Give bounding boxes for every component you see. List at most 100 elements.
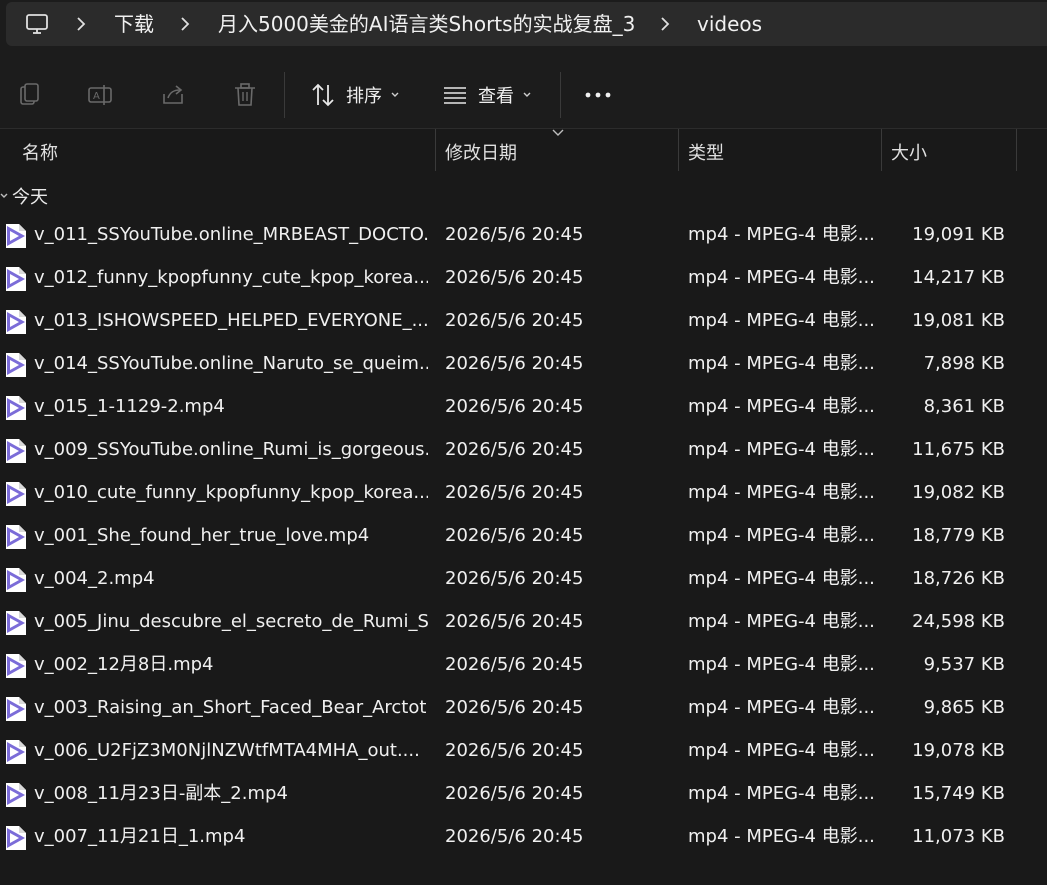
file-row[interactable]: v_008_11月23日-副本_2.mp4 2026/5/6 20:45 mp4… bbox=[0, 773, 1047, 816]
column-header-date[interactable]: 修改日期 bbox=[445, 139, 517, 165]
file-name: v_015_1-1129-2.mp4 bbox=[34, 396, 225, 417]
breadcrumb-project-folder[interactable]: 月入5000美金的AI语言类Shorts的实战复盘_3 bbox=[218, 12, 635, 36]
video-file-icon bbox=[6, 568, 26, 592]
chevron-right-icon[interactable] bbox=[178, 14, 192, 34]
delete-icon[interactable] bbox=[232, 82, 258, 108]
file-modified-date: 2026/5/6 20:45 bbox=[445, 611, 584, 632]
sort-label: 排序 bbox=[346, 86, 382, 107]
file-name: v_007_11月21日_1.mp4 bbox=[34, 826, 246, 847]
file-size: 11,073 KB bbox=[912, 826, 1005, 847]
file-size: 15,749 KB bbox=[912, 783, 1005, 804]
file-list: v_011_SSYouTube.online_MRBEAST_DOCTO... … bbox=[0, 214, 1047, 859]
file-type: mp4 - MPEG-4 电影... bbox=[688, 568, 874, 589]
file-type: mp4 - MPEG-4 电影... bbox=[688, 353, 874, 374]
computer-icon[interactable] bbox=[24, 11, 50, 37]
video-file-icon bbox=[6, 482, 26, 506]
breadcrumb-downloads[interactable]: 下载 bbox=[114, 12, 154, 36]
copy-icon[interactable] bbox=[16, 82, 42, 108]
column-header-name[interactable]: 名称 bbox=[22, 139, 58, 165]
file-name: v_009_SSYouTube.online_Rumi_is_gorgeous.… bbox=[34, 439, 428, 460]
file-name: v_006_U2FjZ3M0NjlNZWtfMTA4MHA_out.... bbox=[34, 740, 420, 761]
rename-icon[interactable]: A bbox=[87, 82, 113, 108]
file-row[interactable]: v_009_SSYouTube.online_Rumi_is_gorgeous.… bbox=[0, 429, 1047, 472]
file-row[interactable]: v_001_She_found_her_true_love.mp4 2026/5… bbox=[0, 515, 1047, 558]
video-file-icon bbox=[6, 396, 26, 420]
file-modified-date: 2026/5/6 20:45 bbox=[445, 568, 584, 589]
file-row[interactable]: v_005_Jinu_descubre_el_secreto_de_Rumi_S… bbox=[0, 601, 1047, 644]
video-file-icon bbox=[6, 310, 26, 334]
file-type: mp4 - MPEG-4 电影... bbox=[688, 396, 874, 417]
sort-button[interactable]: 排序 bbox=[310, 76, 400, 114]
file-type: mp4 - MPEG-4 电影... bbox=[688, 310, 874, 331]
chevron-right-icon[interactable] bbox=[74, 14, 88, 34]
video-file-icon bbox=[6, 267, 26, 291]
column-divider[interactable] bbox=[881, 129, 882, 171]
file-name: v_004_2.mp4 bbox=[34, 568, 155, 589]
file-row[interactable]: v_013_ISHOWSPEED_HELPED_EVERYONE_... 202… bbox=[0, 300, 1047, 343]
file-name: v_003_Raising_an_Short_Faced_Bear_Arctot… bbox=[34, 697, 428, 718]
file-modified-date: 2026/5/6 20:45 bbox=[445, 525, 584, 546]
file-type: mp4 - MPEG-4 电影... bbox=[688, 439, 874, 460]
column-divider[interactable] bbox=[678, 129, 679, 171]
group-header-today[interactable]: 今天 bbox=[0, 182, 48, 210]
video-file-icon bbox=[6, 740, 26, 764]
chevron-down-icon bbox=[523, 92, 531, 97]
file-modified-date: 2026/5/6 20:45 bbox=[445, 654, 584, 675]
column-header-type[interactable]: 类型 bbox=[688, 139, 724, 165]
file-type: mp4 - MPEG-4 电影... bbox=[688, 525, 874, 546]
file-row[interactable]: v_002_12月8日.mp4 2026/5/6 20:45 mp4 - MPE… bbox=[0, 644, 1047, 687]
address-bar: 下载 月入5000美金的AI语言类Shorts的实战复盘_3 videos bbox=[0, 0, 1047, 62]
file-row[interactable]: v_007_11月21日_1.mp4 2026/5/6 20:45 mp4 - … bbox=[0, 816, 1047, 859]
file-modified-date: 2026/5/6 20:45 bbox=[445, 826, 584, 847]
chevron-down-icon[interactable] bbox=[0, 191, 10, 201]
svg-text:A: A bbox=[93, 91, 100, 102]
file-modified-date: 2026/5/6 20:45 bbox=[445, 353, 584, 374]
address-bar-field[interactable]: 下载 月入5000美金的AI语言类Shorts的实战复盘_3 videos bbox=[6, 2, 1047, 46]
video-file-icon bbox=[6, 783, 26, 807]
file-size: 8,361 KB bbox=[923, 396, 1005, 417]
file-size: 19,082 KB bbox=[912, 482, 1005, 503]
file-row[interactable]: v_015_1-1129-2.mp4 2026/5/6 20:45 mp4 - … bbox=[0, 386, 1047, 429]
chevron-right-icon[interactable] bbox=[658, 14, 672, 34]
file-row[interactable]: v_004_2.mp4 2026/5/6 20:45 mp4 - MPEG-4 … bbox=[0, 558, 1047, 601]
breadcrumb-videos[interactable]: videos bbox=[697, 12, 762, 36]
file-row[interactable]: v_012_funny_kpopfunny_cute_kpop_korea...… bbox=[0, 257, 1047, 300]
file-type: mp4 - MPEG-4 电影... bbox=[688, 783, 874, 804]
file-row[interactable]: v_006_U2FjZ3M0NjlNZWtfMTA4MHA_out.... 20… bbox=[0, 730, 1047, 773]
column-divider[interactable] bbox=[1016, 129, 1017, 171]
file-modified-date: 2026/5/6 20:45 bbox=[445, 697, 584, 718]
file-type: mp4 - MPEG-4 电影... bbox=[688, 654, 874, 675]
file-size: 14,217 KB bbox=[912, 267, 1005, 288]
file-type: mp4 - MPEG-4 电影... bbox=[688, 740, 874, 761]
column-header-row: 名称 修改日期 类型 大小 bbox=[0, 129, 1047, 171]
file-size: 19,081 KB bbox=[912, 310, 1005, 331]
column-header-size[interactable]: 大小 bbox=[891, 139, 927, 165]
video-file-icon bbox=[6, 353, 26, 377]
file-modified-date: 2026/5/6 20:45 bbox=[445, 482, 584, 503]
file-name: v_010_cute_funny_kpopfunny_kpop_korea...… bbox=[34, 482, 428, 503]
file-type: mp4 - MPEG-4 电影... bbox=[688, 697, 874, 718]
file-name: v_005_Jinu_descubre_el_secreto_de_Rumi_S… bbox=[34, 611, 428, 632]
file-row[interactable]: v_011_SSYouTube.online_MRBEAST_DOCTO... … bbox=[0, 214, 1047, 257]
file-modified-date: 2026/5/6 20:45 bbox=[445, 224, 584, 245]
toolbar-divider bbox=[284, 72, 285, 118]
file-name: v_008_11月23日-副本_2.mp4 bbox=[34, 783, 288, 804]
file-type: mp4 - MPEG-4 电影... bbox=[688, 482, 874, 503]
file-modified-date: 2026/5/6 20:45 bbox=[445, 439, 584, 460]
video-file-icon bbox=[6, 611, 26, 635]
file-row[interactable]: v_010_cute_funny_kpopfunny_kpop_korea...… bbox=[0, 472, 1047, 515]
column-divider[interactable] bbox=[435, 129, 436, 171]
more-options-icon[interactable] bbox=[583, 82, 613, 108]
file-type: mp4 - MPEG-4 电影... bbox=[688, 267, 874, 288]
video-file-icon bbox=[6, 697, 26, 721]
view-icon bbox=[444, 87, 466, 104]
view-button[interactable]: 查看 bbox=[442, 76, 532, 114]
file-row[interactable]: v_014_SSYouTube.online_Naruto_se_queim..… bbox=[0, 343, 1047, 386]
share-icon[interactable] bbox=[160, 82, 186, 108]
file-row[interactable]: v_003_Raising_an_Short_Faced_Bear_Arctot… bbox=[0, 687, 1047, 730]
file-type: mp4 - MPEG-4 电影... bbox=[688, 826, 874, 847]
file-size: 19,078 KB bbox=[912, 740, 1005, 761]
file-name: v_002_12月8日.mp4 bbox=[34, 654, 214, 675]
file-size: 24,598 KB bbox=[912, 611, 1005, 632]
file-name: v_012_funny_kpopfunny_cute_kpop_korea...… bbox=[34, 267, 428, 288]
